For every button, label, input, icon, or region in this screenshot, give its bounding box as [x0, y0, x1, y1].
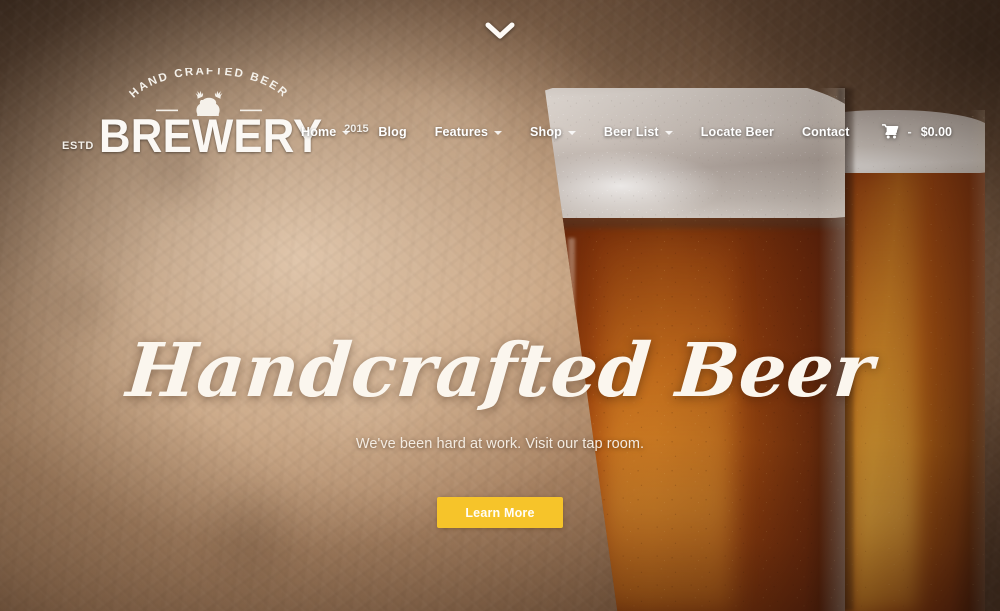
- hero-section: Handcrafted Beer We've been hard at work…: [0, 328, 1000, 528]
- cart-separator: -: [907, 124, 912, 139]
- logo-wordmark-row: ESTD BREWERY 2015: [62, 112, 369, 159]
- nav-item-contact[interactable]: Contact: [788, 125, 864, 139]
- chevron-down-icon: [494, 130, 503, 135]
- scroll-down-button[interactable]: [0, 22, 1000, 40]
- nav-label-shop: Shop: [530, 124, 562, 139]
- cart-widget[interactable]: - $0.00: [864, 124, 952, 139]
- page-overlay: HAND CRAFTED BEER ESTD BREWERY 2015 Home…: [0, 0, 1000, 611]
- learn-more-button[interactable]: Learn More: [437, 497, 563, 528]
- nav-item-locate-beer[interactable]: Locate Beer: [687, 125, 788, 139]
- chevron-down-icon: [664, 130, 673, 135]
- chevron-down-icon: [485, 22, 515, 40]
- chevron-down-icon: [567, 130, 576, 135]
- nav-item-home[interactable]: Home: [287, 125, 364, 139]
- cart-total: $0.00: [920, 124, 952, 139]
- nav-label-home: Home: [301, 124, 337, 139]
- nav-item-blog[interactable]: Blog: [364, 125, 420, 139]
- nav-label-beer-list: Beer List: [603, 124, 659, 139]
- nav-item-beer-list[interactable]: Beer List: [590, 125, 687, 139]
- hero-subtitle: We've been hard at work. Visit our tap r…: [355, 436, 645, 452]
- nav-label-features: Features: [434, 124, 489, 139]
- logo-arc-text: HAND CRAFTED BEER: [127, 68, 288, 100]
- nav-item-features[interactable]: Features: [421, 125, 516, 139]
- shopping-cart-icon: [881, 124, 899, 139]
- logo-established-label: ESTD: [62, 140, 94, 152]
- svg-text:HAND CRAFTED BEER: HAND CRAFTED BEER: [127, 68, 290, 100]
- hero-banner-page: HAND CRAFTED BEER ESTD BREWERY 2015 Home…: [0, 0, 1000, 611]
- site-logo[interactable]: HAND CRAFTED BEER ESTD BREWERY 2015: [62, 68, 369, 159]
- nav-label-blog: Blog: [378, 124, 407, 139]
- nav-label-contact: Contact: [801, 124, 850, 139]
- chevron-down-icon: [342, 130, 351, 135]
- main-navigation: Home Blog Features Shop Beer List Locate…: [287, 124, 952, 139]
- nav-label-locate-beer: Locate Beer: [700, 124, 774, 139]
- nav-item-shop[interactable]: Shop: [516, 125, 590, 139]
- hero-title: Handcrafted Beer: [123, 328, 877, 414]
